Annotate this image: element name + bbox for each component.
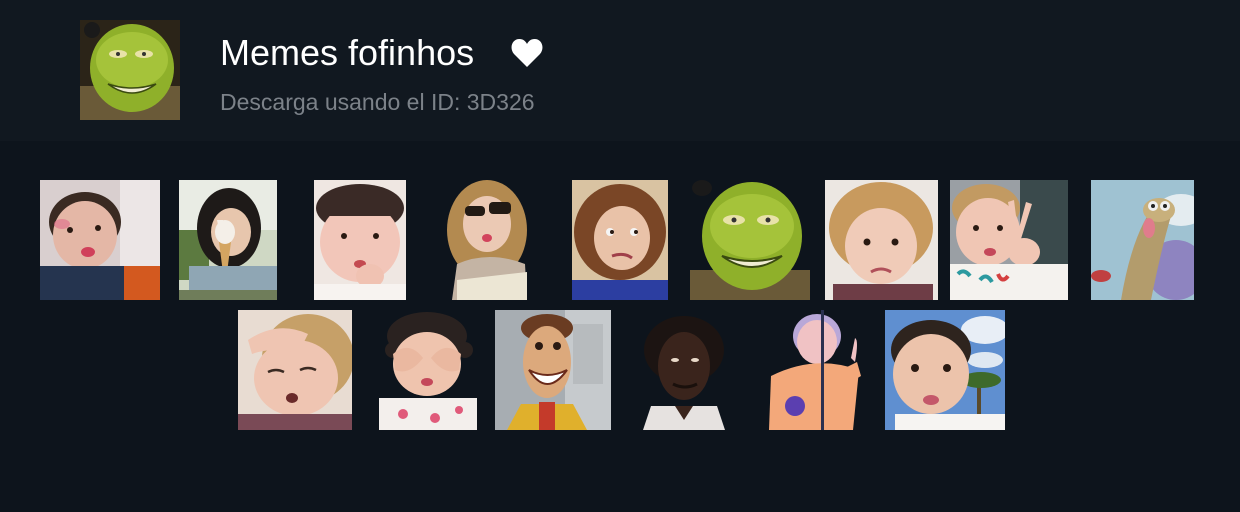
sticker-curly-girl-side-eye[interactable] [572,180,668,300]
sticker-girl-sunglasses[interactable] [447,180,532,300]
sticker-toddler-pouting[interactable] [314,180,406,300]
sticker-shrek-smile[interactable] [690,180,810,300]
pack-header: Memes fofinhos Descarga usando el ID: 3D… [0,0,1240,141]
sticker-curly-toddler-frown[interactable] [825,180,938,300]
sticker-curly-toddler-sleepy[interactable] [238,310,352,430]
pack-cover-shrek [80,20,180,120]
sticker-baby-pout-sky[interactable] [885,310,1005,430]
sticker-toddler-peace-sign[interactable] [950,180,1068,300]
sticker-man-dark-portrait[interactable] [639,310,729,430]
sticker-girl-hands-on-face[interactable] [373,310,477,430]
heart-icon[interactable] [510,36,544,70]
sticker-toddler-glowing[interactable] [761,310,867,430]
sticker-sid-sloth[interactable] [1091,180,1194,300]
sticker-girl-ice-cream[interactable] [179,180,277,300]
pack-download-id: Descarga usando el ID: 3D326 [220,89,535,115]
pack-title: Memes fofinhos [220,32,475,73]
sticker-baby-tongue-out[interactable] [40,180,160,300]
sticker-woody-grin[interactable] [495,310,611,430]
